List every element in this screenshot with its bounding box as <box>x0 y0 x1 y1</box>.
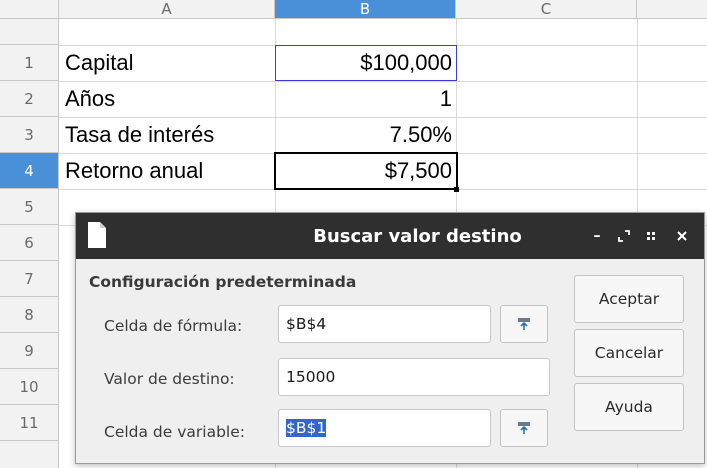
variable-cell-value: $B$1 <box>286 419 327 437</box>
row-header-6[interactable]: 6 <box>0 225 59 261</box>
variable-cell-field[interactable]: $B$1 <box>278 409 491 447</box>
column-header-d[interactable] <box>637 0 707 19</box>
cell-b4[interactable]: $7,500 <box>274 152 458 190</box>
cancel-button[interactable]: Cancelar <box>574 329 684 377</box>
select-all-corner[interactable] <box>0 0 59 19</box>
variable-cell-label: Celda de variable: <box>104 423 245 441</box>
formula-cell-field[interactable]: $B$4 <box>278 305 491 343</box>
row-header-8[interactable]: 8 <box>0 297 59 333</box>
cell-b1[interactable]: $100,000 <box>275 45 457 81</box>
cell-a1[interactable]: Capital <box>61 45 275 81</box>
column-header-b[interactable]: B <box>275 0 456 19</box>
maximize-icon[interactable] <box>615 226 633 246</box>
target-value-label: Valor de destino: <box>104 370 235 388</box>
menu-icon[interactable] <box>642 226 660 246</box>
cell-b3[interactable]: 7.50% <box>275 117 456 153</box>
shrink-icon <box>518 422 530 434</box>
row-header-10[interactable]: 10 <box>0 369 59 405</box>
minimize-icon[interactable]: – <box>588 226 606 246</box>
target-value-field[interactable]: 15000 <box>278 358 550 396</box>
fill-handle[interactable] <box>454 187 459 192</box>
section-title: Configuración predeterminada <box>89 273 357 291</box>
variable-cell-shrink-button[interactable] <box>500 409 548 447</box>
formula-cell-shrink-button[interactable] <box>500 305 548 343</box>
row-header-9[interactable]: 9 <box>0 333 59 369</box>
formula-cell-value: $B$4 <box>286 315 327 333</box>
goal-seek-dialog: Buscar valor destino – Configuración pre… <box>75 212 705 464</box>
close-icon[interactable] <box>673 226 691 246</box>
row-header-12[interactable] <box>0 441 59 468</box>
cell-a3[interactable]: Tasa de interés <box>61 117 275 153</box>
cell-b2[interactable]: 1 <box>275 81 456 117</box>
row-header-2[interactable]: 2 <box>0 81 59 117</box>
target-value-value: 15000 <box>286 368 336 386</box>
dialog-titlebar[interactable]: Buscar valor destino – <box>76 213 704 259</box>
cell-a2[interactable]: Años <box>61 81 275 117</box>
dialog-title: Buscar valor destino <box>313 225 522 247</box>
row-header-3[interactable]: 3 <box>0 117 59 153</box>
shrink-icon <box>518 318 530 330</box>
row-header-7[interactable]: 7 <box>0 261 59 297</box>
row-header-4[interactable]: 4 <box>0 153 59 189</box>
column-header-a[interactable]: A <box>59 0 275 19</box>
row-header-0[interactable] <box>0 19 59 45</box>
row-header-5[interactable]: 5 <box>0 189 59 225</box>
row-header-1[interactable]: 1 <box>0 45 59 81</box>
help-button[interactable]: Ayuda <box>574 383 684 431</box>
formula-cell-label: Celda de fórmula: <box>104 317 243 335</box>
cell-a4[interactable]: Retorno anual <box>61 153 275 189</box>
row-header-11[interactable]: 11 <box>0 405 59 441</box>
column-header-c[interactable]: C <box>456 0 637 19</box>
accept-button[interactable]: Aceptar <box>574 275 684 323</box>
